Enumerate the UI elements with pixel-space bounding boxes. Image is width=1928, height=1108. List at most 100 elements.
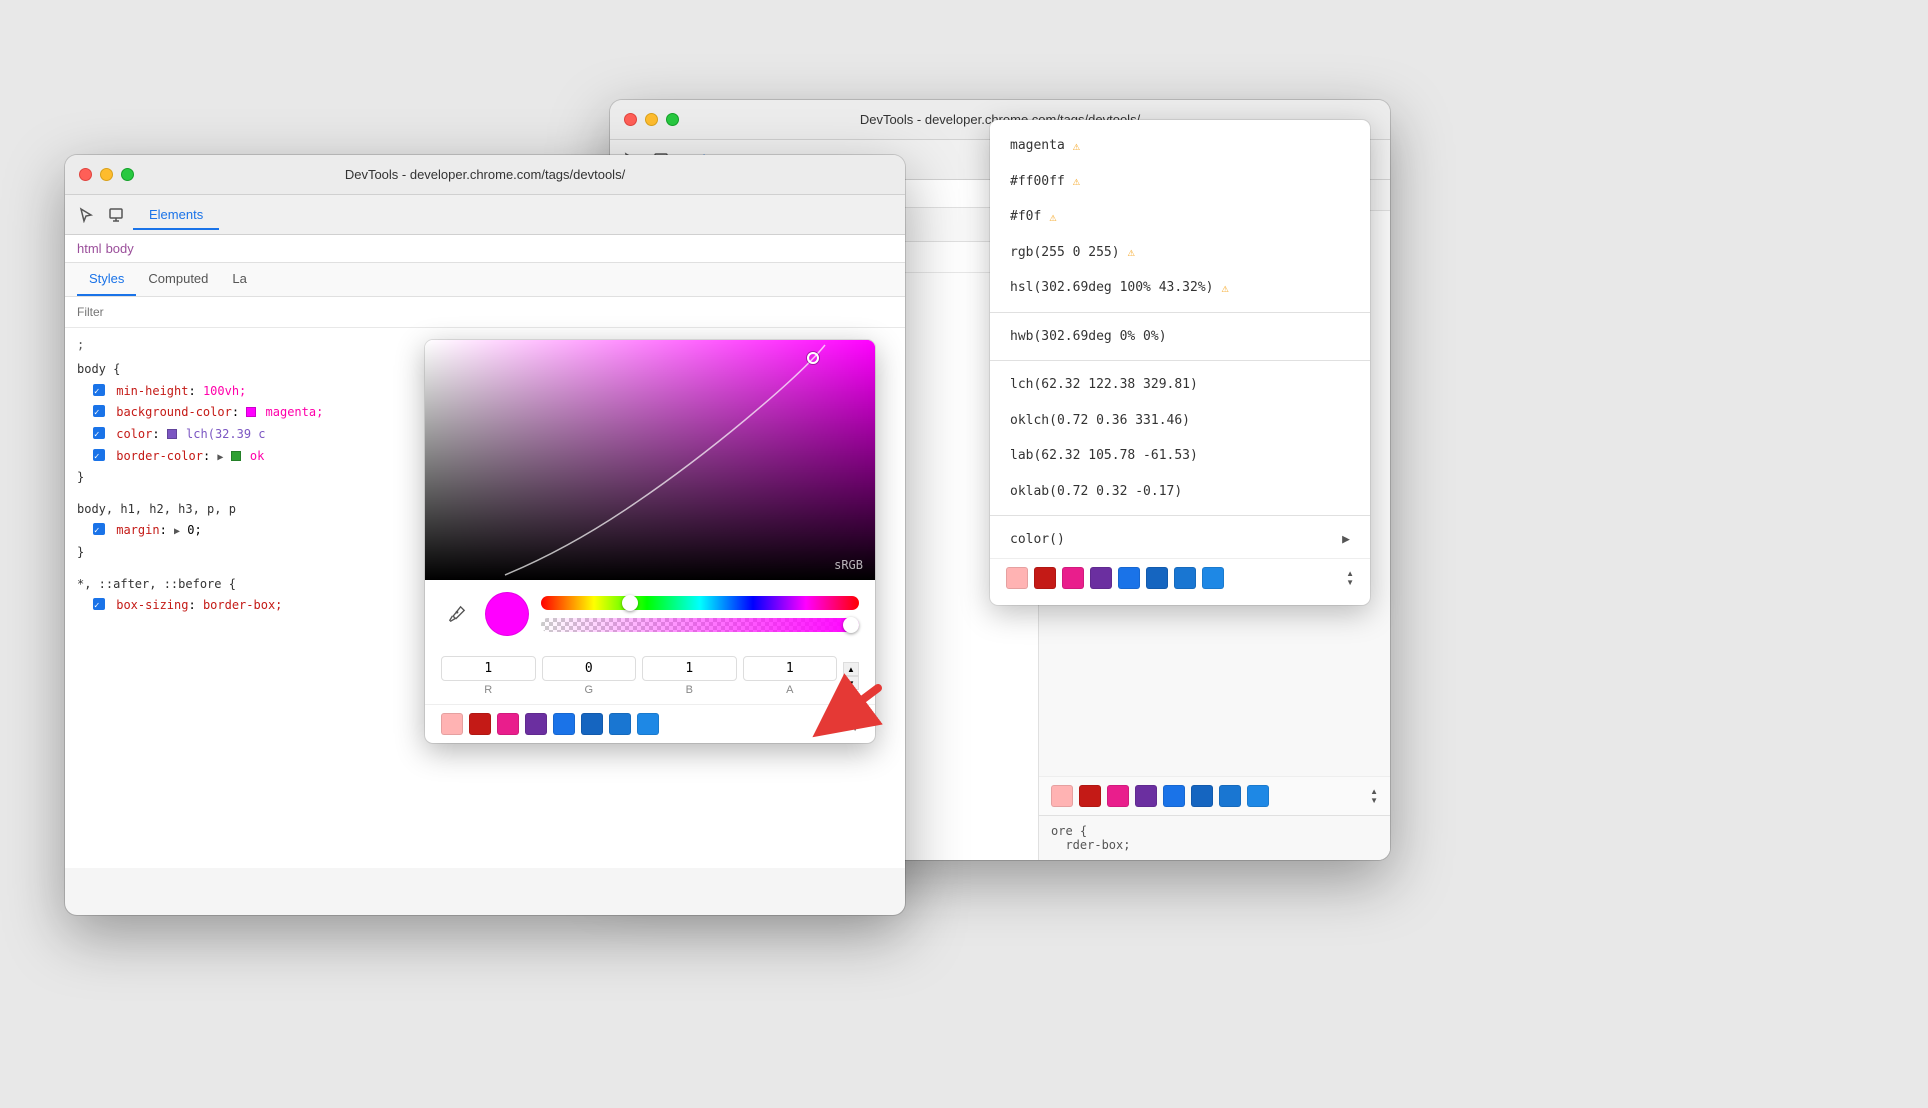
tab-elements-front[interactable]: Elements (133, 201, 219, 230)
filter-input-front[interactable] (77, 305, 893, 319)
swatch-5-back[interactable] (1163, 785, 1185, 807)
color-gradient-area[interactable]: sRGB (425, 340, 875, 580)
rgba-label-a: A (786, 684, 793, 696)
dd-swatch-3[interactable] (1062, 567, 1084, 589)
traffic-lights-front (79, 168, 134, 181)
cp-swatch-8[interactable] (637, 713, 659, 735)
rgba-field-r: R (441, 656, 536, 696)
rgba-input-r[interactable] (441, 656, 536, 681)
window-title-front: DevTools - developer.chrome.com/tags/dev… (345, 167, 625, 182)
dd-swatch-2[interactable] (1034, 567, 1056, 589)
cp-swatch-5[interactable] (553, 713, 575, 735)
hue-thumb[interactable] (622, 595, 638, 611)
minimize-button-back[interactable] (645, 113, 658, 126)
breadcrumb-body-front[interactable]: body (106, 241, 134, 256)
color-picker-controls (425, 580, 875, 648)
warning-icon-ff00ff: ⚠ (1073, 172, 1080, 190)
format-label: lab(62.32 105.78 -61.53) (1010, 446, 1198, 466)
srgb-label: sRGB (834, 558, 863, 572)
rgba-field-g: G (542, 656, 637, 696)
format-label: magenta (1010, 136, 1065, 156)
devtools-window-front: DevTools - developer.chrome.com/tags/dev… (65, 155, 905, 915)
format-item-oklch[interactable]: oklch(0.72 0.36 331.46) (990, 403, 1370, 439)
sub-tabs-front: Styles Computed La (65, 263, 905, 297)
dd-swatch-7[interactable] (1174, 567, 1196, 589)
warning-icon-f0f: ⚠ (1049, 208, 1056, 226)
dd-swatch-6[interactable] (1146, 567, 1168, 589)
swatch-4-back[interactable] (1135, 785, 1157, 807)
format-item-rgb[interactable]: rgb(255 0 255) ⚠ (990, 235, 1370, 271)
format-item-ff00ff[interactable]: #ff00ff ⚠ (990, 164, 1370, 200)
sub-tab-styles-front[interactable]: Styles (77, 263, 136, 296)
rgba-label-r: R (484, 684, 492, 696)
cp-swatch-4[interactable] (525, 713, 547, 735)
cp-swatch-6[interactable] (581, 713, 603, 735)
maximize-button-front[interactable] (121, 168, 134, 181)
traffic-lights-back (624, 113, 679, 126)
swatch-2-back[interactable] (1079, 785, 1101, 807)
cp-swatch-7[interactable] (609, 713, 631, 735)
format-label: oklab(0.72 0.32 -0.17) (1010, 482, 1182, 502)
tab-bar-front: Elements (133, 201, 219, 229)
format-item-lab[interactable]: lab(62.32 105.78 -61.53) (990, 438, 1370, 474)
hue-slider[interactable] (541, 596, 859, 610)
swatch-1-back[interactable] (1051, 785, 1073, 807)
alpha-thumb[interactable] (843, 617, 859, 633)
swatch-8-back[interactable] (1247, 785, 1269, 807)
warning-icon-magenta: ⚠ (1073, 137, 1080, 155)
format-label: #f0f (1010, 207, 1041, 227)
format-item-magenta[interactable]: magenta ⚠ (990, 128, 1370, 164)
format-item-f0f[interactable]: #f0f ⚠ (990, 199, 1370, 235)
format-item-hsl[interactable]: hsl(302.69deg 100% 43.32%) ⚠ (990, 270, 1370, 306)
rgba-label-g: G (584, 684, 593, 696)
sub-tab-layout-front[interactable]: La (220, 263, 258, 296)
dd-swatch-spinner[interactable]: ▲ ▼ (1346, 569, 1354, 587)
sub-tab-computed-front[interactable]: Computed (136, 263, 220, 296)
cp-swatch-3[interactable] (497, 713, 519, 735)
format-divider-3 (990, 515, 1370, 516)
swatch-3-back[interactable] (1107, 785, 1129, 807)
minimize-button-front[interactable] (100, 168, 113, 181)
dd-swatch-8[interactable] (1202, 567, 1224, 589)
format-item-hwb[interactable]: hwb(302.69deg 0% 0%) (990, 319, 1370, 355)
alpha-slider[interactable] (541, 618, 859, 632)
format-label: lch(62.32 122.38 329.81) (1010, 375, 1198, 395)
gradient-cursor[interactable] (807, 352, 819, 364)
format-item-lch[interactable]: lch(62.32 122.38 329.81) (990, 367, 1370, 403)
inspector-icon-front[interactable] (103, 202, 129, 228)
format-item-color[interactable]: color() ▶ (990, 522, 1370, 558)
back-window-swatches: ▲ ▼ (1039, 776, 1390, 815)
cursor-icon-front[interactable] (73, 202, 99, 228)
swatch-6-back[interactable] (1191, 785, 1213, 807)
rgba-input-g[interactable] (542, 656, 637, 681)
format-divider-2 (990, 360, 1370, 361)
format-label: color() (1010, 530, 1065, 550)
dd-swatch-1[interactable] (1006, 567, 1028, 589)
breadcrumb-html-front[interactable]: html (77, 241, 102, 256)
format-dropdown: magenta ⚠ #ff00ff ⚠ #f0f ⚠ rgb(255 0 255… (990, 120, 1370, 605)
dd-swatch-5[interactable] (1118, 567, 1140, 589)
close-button-front[interactable] (79, 168, 92, 181)
format-label: rgb(255 0 255) (1010, 243, 1120, 263)
rgba-label-b: B (686, 684, 693, 696)
format-label: #ff00ff (1010, 172, 1065, 192)
breadcrumb-front: html body (65, 235, 905, 263)
close-button-back[interactable] (624, 113, 637, 126)
cp-swatch-2[interactable] (469, 713, 491, 735)
swatch-spinner-back[interactable]: ▲ ▼ (1370, 787, 1378, 805)
format-label: hsl(302.69deg 100% 43.32%) (1010, 278, 1214, 298)
format-arrow-icon: ▶ (1342, 530, 1350, 550)
dd-swatch-4[interactable] (1090, 567, 1112, 589)
format-label: oklch(0.72 0.36 331.46) (1010, 411, 1190, 431)
format-divider-1 (990, 312, 1370, 313)
format-label: hwb(302.69deg 0% 0%) (1010, 327, 1167, 347)
cp-swatch-1[interactable] (441, 713, 463, 735)
rgba-input-b[interactable] (642, 656, 737, 681)
eyedropper-button[interactable] (441, 598, 473, 630)
color-sliders (541, 596, 859, 632)
maximize-button-back[interactable] (666, 113, 679, 126)
swatch-7-back[interactable] (1219, 785, 1241, 807)
red-arrow (808, 668, 908, 748)
format-item-oklab[interactable]: oklab(0.72 0.32 -0.17) (990, 474, 1370, 510)
rgba-field-b: B (642, 656, 737, 696)
